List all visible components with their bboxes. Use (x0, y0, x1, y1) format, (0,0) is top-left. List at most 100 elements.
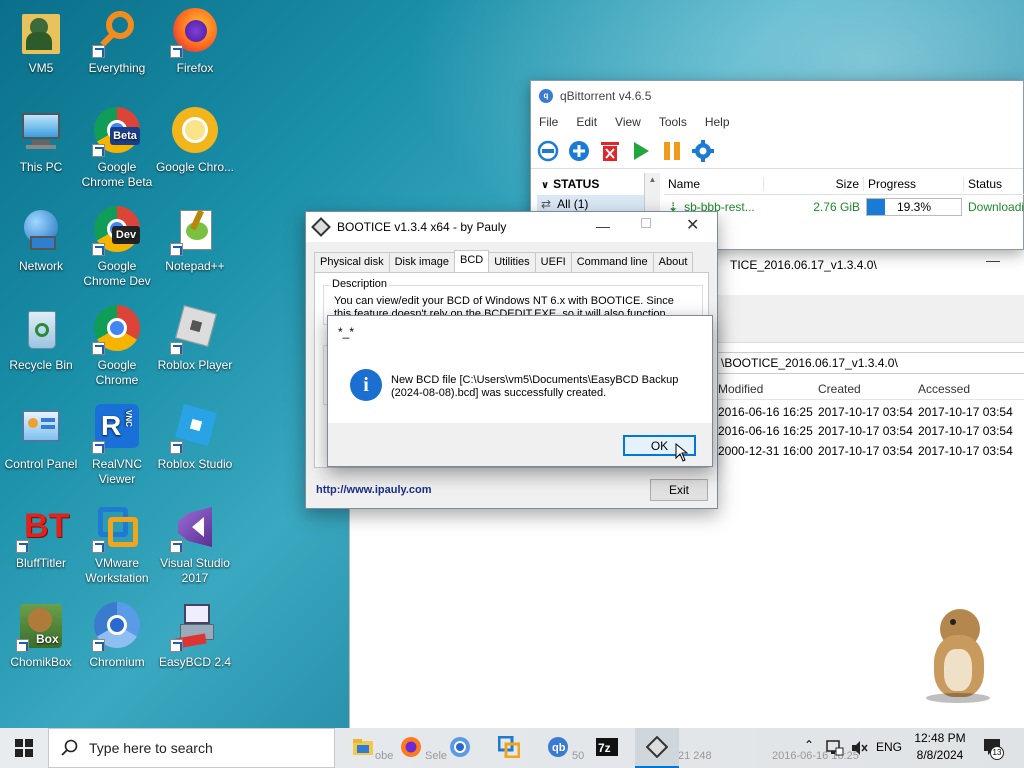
taskbar-chromium[interactable] (449, 736, 471, 758)
address-bar[interactable]: \BOOTICE_2016.06.17_v1.3.4.0\ (716, 352, 1024, 374)
tab-command-line[interactable]: Command line (570, 252, 654, 272)
search-box[interactable]: Type here to search (48, 728, 335, 768)
ipauly-link[interactable]: http://www.ipauly.com (316, 484, 432, 496)
desktop-icon-chrome-dev[interactable]: Dev Google Chrome Dev (76, 206, 158, 289)
column-status[interactable]: Status (964, 177, 1024, 191)
tab-utilities[interactable]: Utilities (488, 252, 536, 272)
taskbar-firefox[interactable] (400, 736, 422, 758)
minimize-icon[interactable]: — (596, 218, 610, 234)
shortcut-arrow-icon (92, 540, 105, 553)
desktop-icon-chrome-canary[interactable]: Google Chro... (154, 107, 236, 175)
menu-view[interactable]: View (615, 115, 641, 129)
status-header[interactable]: ∨ STATUS (537, 173, 644, 191)
desktop-icon-realvnc[interactable]: R VNC RealVNC Viewer (76, 404, 158, 487)
chomikbox-icon: Box (16, 602, 66, 652)
column-progress[interactable]: Progress (864, 176, 964, 191)
desktop-icon-roblox-studio[interactable]: Roblox Studio (154, 404, 236, 472)
clock[interactable]: 12:48 PM 8/8/2024 (910, 731, 970, 762)
table-row[interactable]: 2016-06-16 16:25 2017-10-17 03:54 2017-1… (716, 402, 1024, 422)
column-name[interactable]: Name (664, 176, 764, 191)
cell-accessed: 2017-10-17 03:54 (918, 404, 1013, 419)
notification-center-button[interactable]: 13 (982, 736, 1004, 760)
taskbar-bootice[interactable] (635, 728, 679, 768)
desktop-icon-recycle-bin[interactable]: Recycle Bin (0, 305, 82, 373)
tab-bcd[interactable]: BCD (453, 250, 490, 272)
pause-button[interactable] (661, 140, 683, 162)
desktop-icon-visual-studio[interactable]: Visual Studio 2017 (154, 503, 236, 586)
desktop-icon-chromium[interactable]: Chromium (76, 602, 158, 670)
tab-uefi[interactable]: UEFI (534, 252, 572, 272)
desktop-icon-label: Google Chrome Dev (83, 259, 151, 288)
menu-edit[interactable]: Edit (576, 115, 597, 129)
menu-tools[interactable]: Tools (659, 115, 687, 129)
progress-bar: 19.3% (866, 197, 962, 216)
desktop-icon-this-pc[interactable]: This PC (0, 107, 82, 175)
tab-about[interactable]: About (652, 252, 694, 272)
shortcut-arrow-icon (92, 45, 105, 58)
table-row[interactable]: 2000-12-31 16:00 2017-10-17 03:54 2017-1… (716, 441, 1024, 461)
qbittorrent-titlebar[interactable]: q qBittorrent v4.6.5 (531, 81, 1023, 111)
desktop-icon-chomikbox[interactable]: Box ChomikBox (0, 602, 82, 670)
torrent-list-header: Name Size Progress Status (664, 173, 1024, 195)
mouse-cursor-icon (675, 443, 689, 462)
desktop-icon-roblox-player[interactable]: Roblox Player (154, 305, 236, 373)
menu-file[interactable]: File (539, 115, 558, 129)
exit-button[interactable]: Exit (650, 479, 708, 501)
dialog-title: *_* (338, 325, 355, 339)
desktop-icon-label: Firefox (176, 61, 214, 75)
resume-button[interactable] (630, 140, 652, 162)
scroll-up-icon[interactable]: ▲ (645, 173, 660, 184)
desktop-icon-network[interactable]: Network (0, 206, 82, 274)
options-button[interactable] (692, 139, 714, 162)
desktop-icon-control-panel[interactable]: Control Panel (0, 404, 82, 472)
network-icon[interactable] (826, 739, 844, 757)
table-row[interactable]: ⇣ sb-bbb-rest... 2.76 GiB 19.3% Downloadi (664, 196, 1024, 217)
taskbar-file-explorer[interactable] (352, 736, 374, 758)
menu-help[interactable]: Help (705, 115, 730, 129)
vmware-icon (497, 735, 521, 759)
add-torrent-button[interactable] (568, 140, 590, 162)
volume-muted-icon[interactable] (850, 739, 868, 757)
desktop-icon-blufftitler[interactable]: BT BluffTitler (0, 503, 82, 571)
add-link-button[interactable] (537, 140, 559, 162)
column-accessed[interactable]: Accessed (916, 382, 1016, 396)
column-modified[interactable]: Modified (716, 382, 816, 396)
dialog-message: New BCD file [C:\Users\vm5\Documents\Eas… (391, 374, 679, 399)
close-icon[interactable]: ✕ (686, 215, 699, 235)
roblox-studio-icon (170, 404, 220, 454)
desktop-icon-vmware[interactable]: VMware Workstation (76, 503, 158, 586)
desktop-icon-label: VMware Workstation (85, 556, 149, 585)
realvnc-icon: R VNC (92, 404, 142, 454)
column-size[interactable]: Size (764, 176, 864, 191)
message-dialog[interactable]: *_* i New BCD file [C:\Users\vm5\Documen… (327, 315, 713, 467)
table-row[interactable]: 2016-06-16 16:25 2017-10-17 03:54 2017-1… (716, 422, 1024, 442)
tab-disk-image[interactable]: Disk image (388, 252, 455, 272)
start-button[interactable] (0, 728, 48, 768)
search-icon (61, 739, 78, 756)
desktop-icon-chrome[interactable]: Google Chrome (76, 305, 158, 388)
trash-icon (601, 141, 619, 161)
description-label: Description (330, 278, 390, 290)
qbittorrent-toolbar (531, 133, 1023, 169)
shortcut-arrow-icon (170, 243, 183, 256)
delete-button[interactable] (599, 140, 621, 162)
chevron-up-icon[interactable]: ⌃ (804, 738, 814, 752)
desktop-icon-firefox[interactable]: Firefox (154, 8, 236, 76)
language-indicator[interactable]: ENG (876, 740, 902, 754)
bootice-titlebar[interactable]: BOOTICE v1.3.4 x64 - by Pauly — ✕ (306, 212, 717, 242)
vmware-icon (92, 503, 142, 553)
minimize-icon[interactable]: — (986, 252, 1000, 268)
desktop-icon-easybcd[interactable]: EasyBCD 2.4 (154, 602, 236, 670)
column-created[interactable]: Created (816, 382, 916, 396)
shortcut-arrow-icon (92, 243, 105, 256)
desktop-icon-vm5[interactable]: VM5 (0, 8, 82, 76)
tab-physical-disk[interactable]: Physical disk (314, 252, 390, 272)
plus-icon (569, 140, 589, 161)
explorer-column-headers: Modified Created Accessed (716, 378, 1024, 400)
taskbar-vmware[interactable] (497, 735, 521, 759)
taskbar-7zip[interactable]: 7z (596, 736, 618, 758)
desktop-icon-everything[interactable]: Everything (76, 8, 158, 76)
desktop-icon-chrome-beta[interactable]: Beta Google Chrome Beta (76, 107, 158, 190)
taskbar-qbittorrent[interactable]: qb (547, 736, 569, 758)
desktop-icon-notepad-plus-plus[interactable]: Notepad++ (154, 206, 236, 274)
